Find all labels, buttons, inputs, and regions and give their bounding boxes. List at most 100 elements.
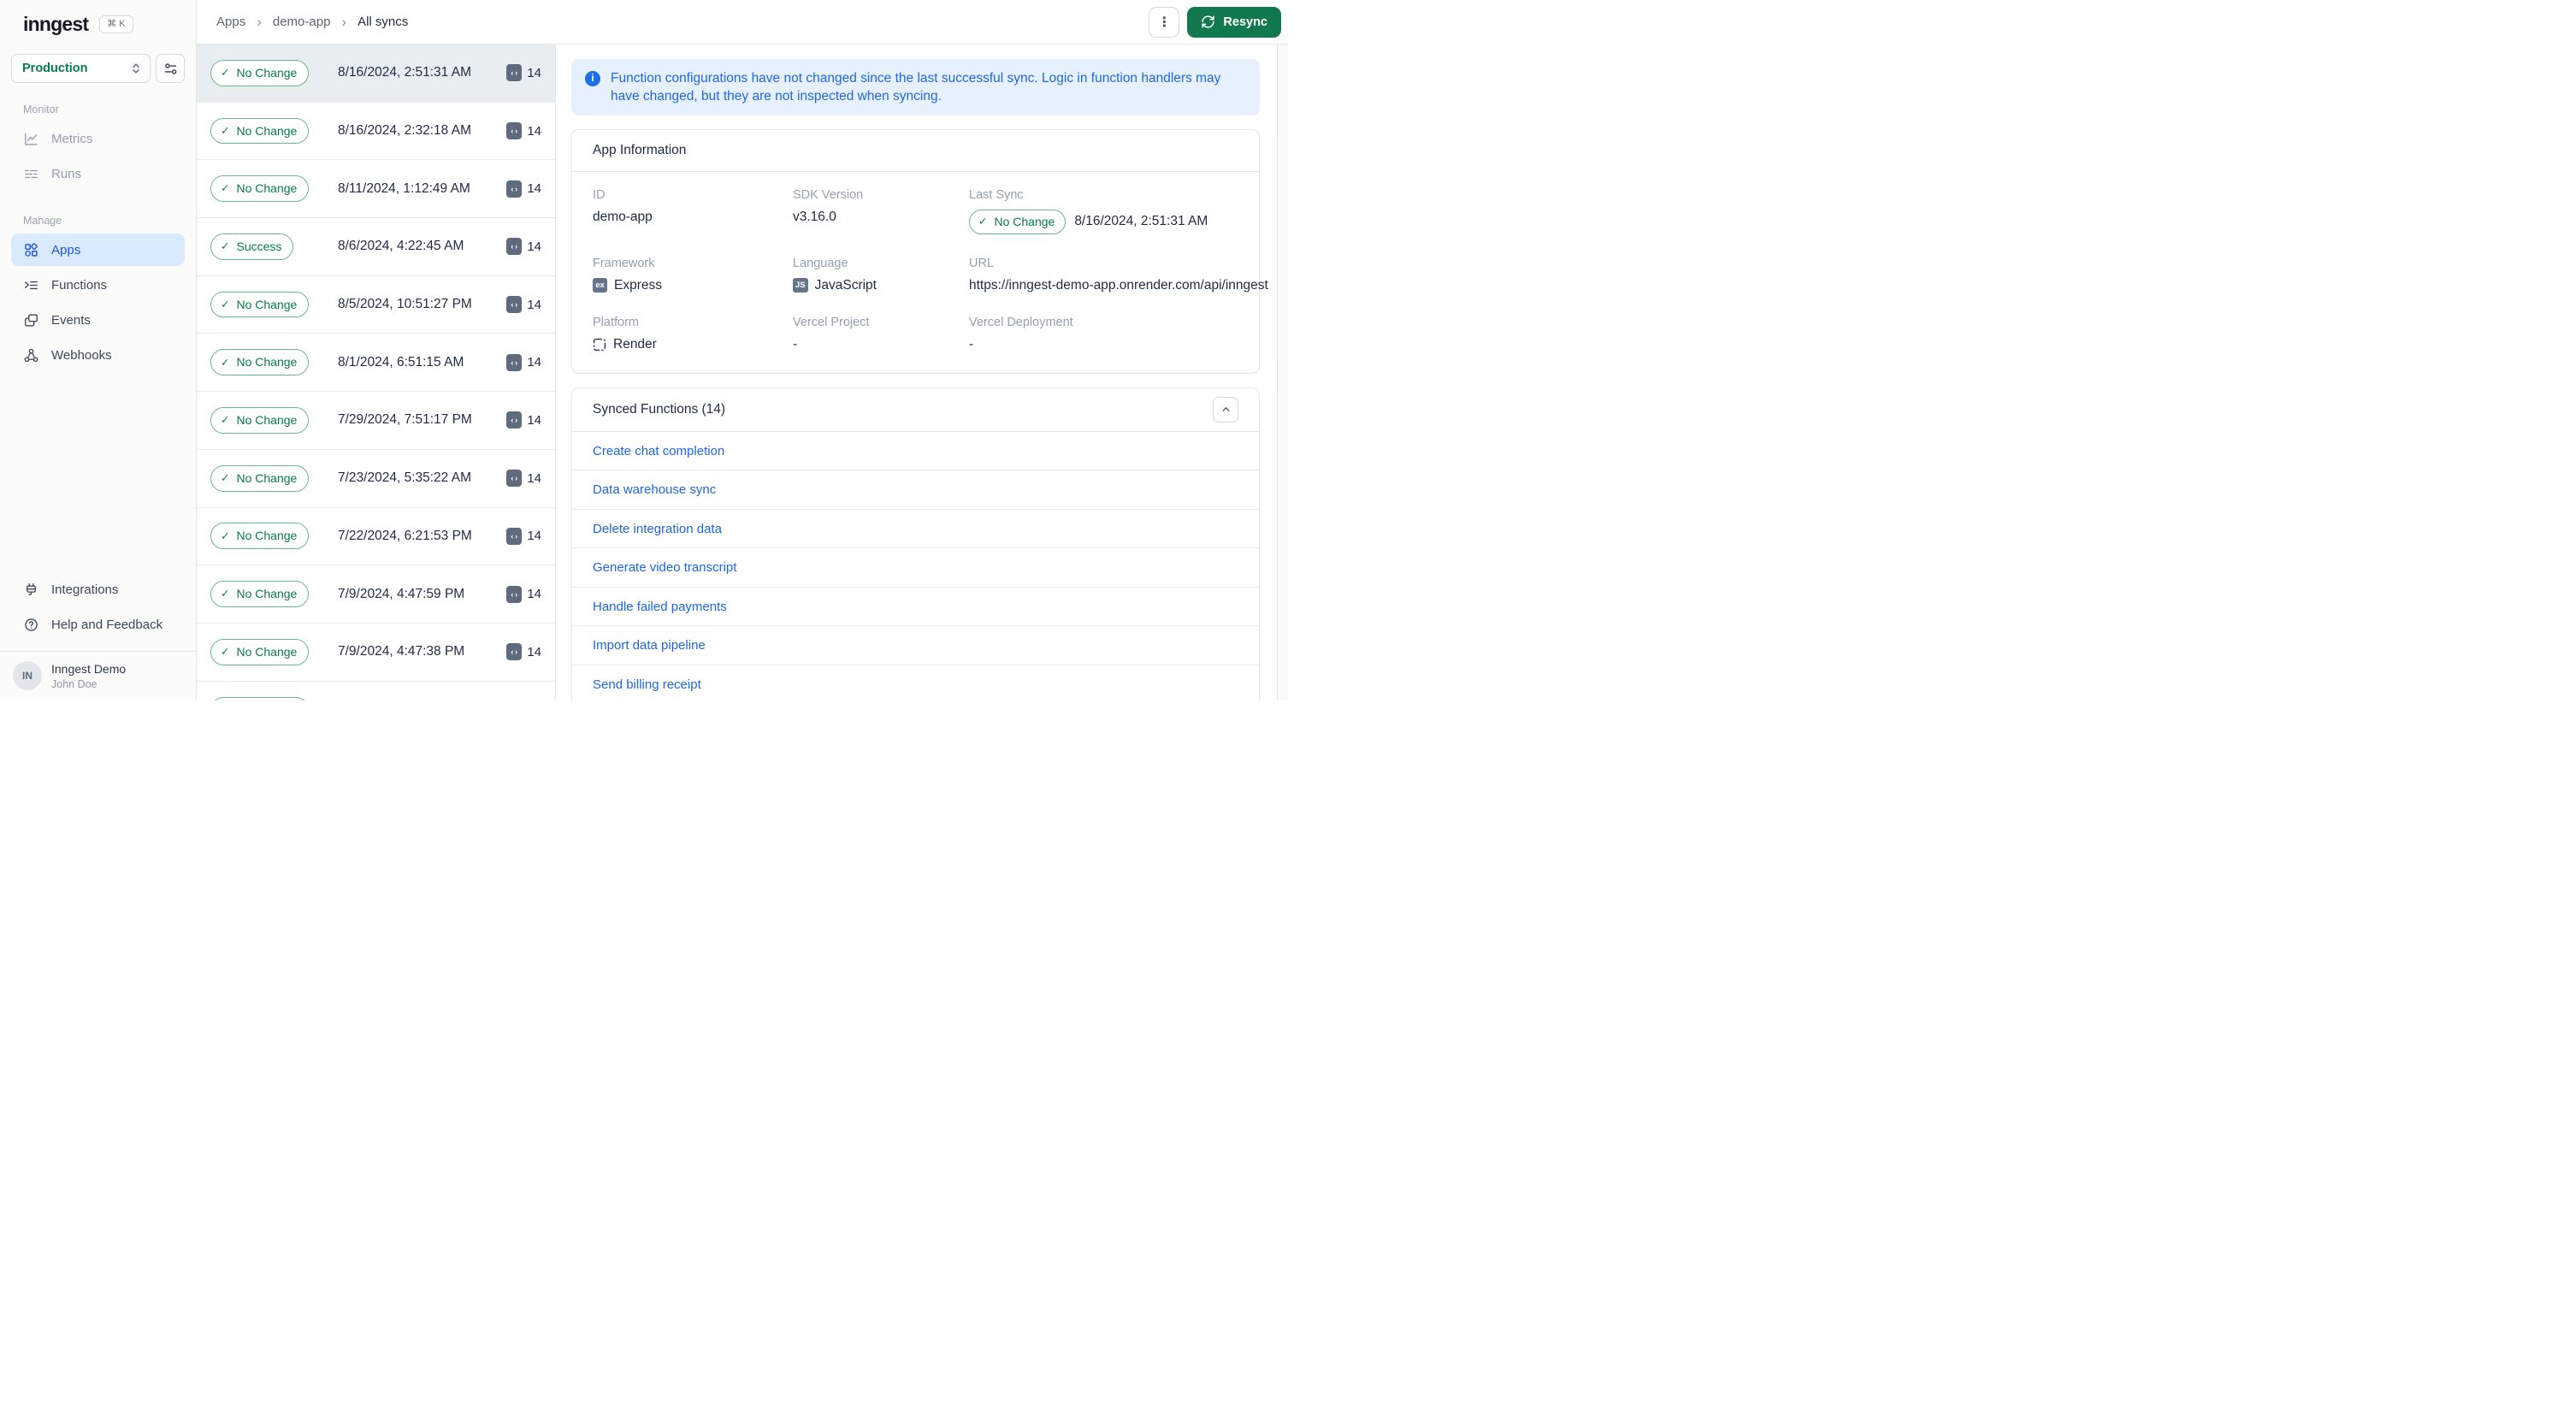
sync-row[interactable]: No Change 8/11/2024, 1:12:49 AM 14 xyxy=(197,160,555,219)
field-framework: Framework ex Express xyxy=(593,257,793,293)
sidebar-item-metrics[interactable]: Metrics xyxy=(11,122,185,155)
field-value: demo-app xyxy=(593,210,653,224)
field-label: URL xyxy=(969,256,995,270)
field-value: - xyxy=(793,336,798,352)
sidebar-item-integrations[interactable]: Integrations xyxy=(11,573,185,606)
sync-timestamp: 7/29/2024, 7:51:17 PM xyxy=(338,412,472,428)
function-count: 14 xyxy=(506,470,541,488)
sidebar-item-label: Webhooks xyxy=(51,347,112,363)
status-badge: Success xyxy=(210,234,294,260)
field-value: Render xyxy=(593,337,793,352)
status-badge: No Change xyxy=(210,175,310,203)
chevron-up-icon xyxy=(1220,404,1232,415)
function-link[interactable]: Delete integration data xyxy=(572,510,1259,549)
function-count: 14 xyxy=(506,585,541,603)
sync-row[interactable]: Success 8/6/2024, 4:22:45 AM 14 xyxy=(197,218,555,276)
sidebar: inngest ⌘ K Production Monitor Metrics R… xyxy=(0,0,197,700)
breadcrumb-demo-app[interactable]: demo-app xyxy=(273,15,331,29)
sidebar-item-webhooks[interactable]: Webhooks xyxy=(11,339,185,371)
user-info: Inngest Demo John Doe xyxy=(51,662,126,690)
sync-row[interactable]: No Change 7/9/2024, 4:47:38 PM 14 xyxy=(197,624,555,682)
breadcrumb-apps[interactable]: Apps xyxy=(216,15,245,29)
check-icon xyxy=(221,68,229,79)
check-icon xyxy=(978,216,987,228)
function-link[interactable]: Send billing receipt xyxy=(572,665,1259,700)
sync-timestamp: 7/22/2024, 6:21:53 PM xyxy=(338,528,472,543)
code-icon xyxy=(506,122,523,140)
code-icon xyxy=(506,527,523,545)
function-count: 14 xyxy=(506,64,541,82)
function-link[interactable]: Generate video transcript xyxy=(572,548,1259,588)
code-icon xyxy=(506,470,523,488)
app-information-header: App Information xyxy=(572,130,1259,172)
sync-row[interactable]: No Change 7/22/2024, 6:21:53 PM 14 xyxy=(197,508,555,566)
command-k-shortcut[interactable]: ⌘ K xyxy=(99,15,133,33)
sidebar-item-runs[interactable]: Runs xyxy=(11,157,185,190)
field-value: https://inngest-demo-app.onrender.com/ap… xyxy=(969,277,1268,293)
topbar-actions: Resync xyxy=(1149,6,1281,38)
chevron-updown-icon xyxy=(129,62,143,75)
field-value: No Change 8/16/2024, 2:51:31 AM xyxy=(969,210,1268,234)
field-value: JS JavaScript xyxy=(793,278,969,293)
sidebar-item-apps[interactable]: Apps xyxy=(11,234,185,266)
field-value: ex Express xyxy=(593,278,793,293)
function-count: 14 xyxy=(506,180,541,198)
sync-row[interactable]: No Change 7/23/2024, 5:35:22 AM 14 xyxy=(197,450,555,508)
sidebar-item-functions[interactable]: Functions xyxy=(11,269,185,301)
sync-timestamp: 8/1/2024, 6:51:15 AM xyxy=(338,354,464,369)
sync-row[interactable]: No Change 8/5/2024, 10:51:27 PM 14 xyxy=(197,276,555,334)
check-icon xyxy=(221,588,229,600)
function-link[interactable]: Handle failed payments xyxy=(572,588,1259,627)
function-count: 14 xyxy=(506,296,541,314)
apps-grid-icon xyxy=(23,242,39,258)
sidebar-item-label: Functions xyxy=(51,277,108,293)
status-badge: No Change xyxy=(210,291,310,318)
resync-button[interactable]: Resync xyxy=(1187,6,1281,38)
sync-row[interactable]: No Change 7/9/2024, 4:47:59 PM 14 xyxy=(197,565,555,624)
sync-timestamp: 8/6/2024, 4:22:45 AM xyxy=(338,239,464,254)
synced-functions-header: Synced Functions (14) xyxy=(572,388,1259,432)
sync-row[interactable]: No Change 8/16/2024, 2:51:31 AM 14 xyxy=(197,44,555,103)
sync-row[interactable]: No Change 8/1/2024, 6:51:15 AM 14 xyxy=(197,334,555,393)
collapse-button[interactable] xyxy=(1213,396,1238,423)
environment-settings-button[interactable] xyxy=(156,54,185,83)
sync-row[interactable]: No Change 8/16/2024, 2:32:18 AM 14 xyxy=(197,103,555,161)
webhooks-icon xyxy=(23,347,39,364)
sync-timestamp: 8/11/2024, 1:12:49 AM xyxy=(338,180,470,196)
field-label: Platform xyxy=(593,315,639,329)
environment-selector[interactable]: Production xyxy=(11,54,151,83)
sidebar-item-help[interactable]: Help and Feedback xyxy=(11,608,185,641)
sidebar-item-label: Integrations xyxy=(51,582,119,597)
user-org: Inngest Demo xyxy=(51,661,127,676)
code-icon xyxy=(506,296,523,314)
breadcrumb-all-syncs: All syncs xyxy=(357,15,409,29)
field-label: Vercel Deployment xyxy=(969,315,1073,329)
sync-row[interactable]: No Change 7/29/2024, 7:51:17 PM 14 xyxy=(197,392,555,450)
check-icon xyxy=(221,358,229,369)
sync-list: No Change 8/16/2024, 2:51:31 AM 14 No Ch… xyxy=(197,44,556,700)
app-information-grid: ID demo-app SDK Version v3.16.0 Last Syn… xyxy=(572,172,1268,373)
field-value: v3.16.0 xyxy=(793,210,836,224)
field-value: - xyxy=(969,336,974,352)
user-account-row[interactable]: IN Inngest Demo John Doe xyxy=(0,651,196,700)
user-name: John Doe xyxy=(51,677,97,690)
content: No Change 8/16/2024, 2:51:31 AM 14 No Ch… xyxy=(197,44,1288,700)
function-link[interactable]: Data warehouse sync xyxy=(572,470,1259,510)
resync-label: Resync xyxy=(1223,15,1267,29)
runs-icon xyxy=(23,166,39,182)
sidebar-item-label: Runs xyxy=(51,166,82,181)
field-id: ID demo-app xyxy=(593,188,793,234)
sync-row[interactable]: No Change 7/9/2024, 4:09:07 PM 14 xyxy=(197,682,555,700)
sidebar-item-events[interactable]: Events xyxy=(11,304,185,336)
status-badge: No Change xyxy=(210,407,310,434)
refresh-icon xyxy=(1201,15,1215,29)
function-count: 14 xyxy=(506,238,541,256)
function-link[interactable]: Create chat completion xyxy=(572,432,1259,471)
field-language: Language JS JavaScript xyxy=(793,257,969,293)
code-icon xyxy=(506,238,523,256)
more-options-button[interactable] xyxy=(1149,6,1180,38)
render-icon xyxy=(593,338,606,352)
synced-functions-card: Synced Functions (14) Create chat comple… xyxy=(571,387,1260,700)
function-link[interactable]: Import data pipeline xyxy=(572,626,1259,665)
scrollbar-gutter[interactable] xyxy=(1277,44,1288,700)
